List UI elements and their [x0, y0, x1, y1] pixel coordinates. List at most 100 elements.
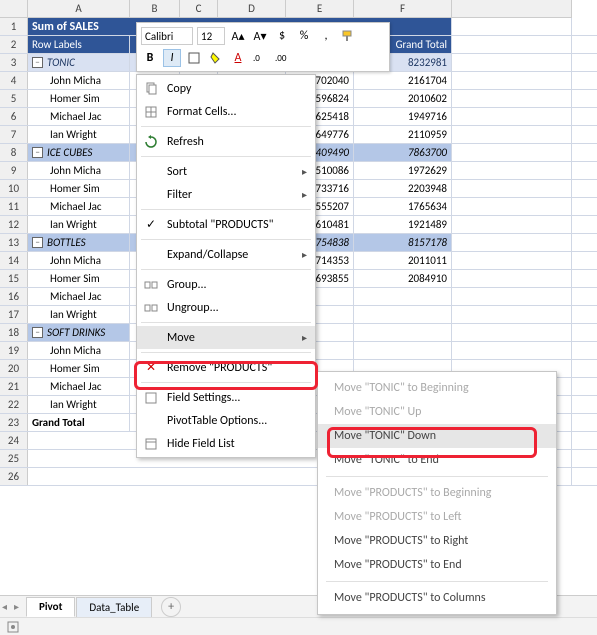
row-hdr[interactable]: 24	[0, 432, 28, 449]
cell[interactable]	[452, 324, 572, 341]
submenu-products-left[interactable]: Move "PRODUCTS" to Left	[318, 505, 556, 529]
font-name-select[interactable]: Calibri	[141, 27, 193, 45]
cell[interactable]: 2110959	[354, 126, 452, 143]
col-hdr-c[interactable]: C	[180, 0, 218, 18]
row-hdr[interactable]: 1	[0, 18, 28, 35]
cell[interactable]: 7863700	[354, 144, 452, 161]
cell[interactable]: Homer Sim	[28, 270, 130, 287]
cell[interactable]	[452, 108, 572, 125]
cell[interactable]	[452, 54, 572, 71]
menu-expand-collapse[interactable]: Expand/Collapse▸	[137, 243, 315, 266]
cell[interactable]: John Micha	[28, 72, 130, 89]
bold-button[interactable]: B	[141, 49, 159, 67]
cell[interactable]: Ian Wright	[28, 306, 130, 323]
cell[interactable]	[452, 306, 572, 323]
menu-ungroup[interactable]: Ungroup...	[137, 296, 315, 319]
submenu-move-beginning[interactable]: Move "TONIC" to Beginning	[318, 376, 556, 400]
cell[interactable]: 2010602	[354, 90, 452, 107]
comma-format-icon[interactable]: ,	[317, 27, 335, 45]
cell[interactable]	[452, 216, 572, 233]
font-size-select[interactable]: 12	[197, 27, 225, 45]
decrease-font-icon[interactable]: A▾	[251, 27, 269, 45]
row-hdr[interactable]: 11	[0, 198, 28, 215]
cell-group-tonic[interactable]: −TONIC	[28, 54, 130, 71]
cell[interactable]: John Micha	[28, 252, 130, 269]
cell[interactable]	[452, 162, 572, 179]
cell[interactable]	[452, 90, 572, 107]
cell[interactable]	[354, 324, 452, 341]
menu-group[interactable]: Group...	[137, 273, 315, 296]
submenu-move-up[interactable]: Move "TONIC" Up	[318, 400, 556, 424]
cell[interactable]: Ian Wright	[28, 216, 130, 233]
increase-decimal-icon[interactable]: .00	[273, 49, 291, 67]
menu-pivot-options[interactable]: PivotTable Options...	[137, 409, 315, 432]
menu-remove[interactable]: ✕Remove "PRODUCTS"	[137, 356, 315, 379]
collapse-icon[interactable]: −	[32, 327, 43, 338]
row-hdr[interactable]: 8	[0, 144, 28, 161]
row-hdr[interactable]: 12	[0, 216, 28, 233]
submenu-move-down[interactable]: Move "TONIC" Down	[318, 424, 556, 448]
increase-font-icon[interactable]: A▴	[229, 27, 247, 45]
cell[interactable]	[452, 252, 572, 269]
accounting-format-icon[interactable]: $	[273, 27, 291, 45]
row-hdr[interactable]: 23	[0, 414, 28, 431]
cell[interactable]: Michael Jac	[28, 108, 130, 125]
row-hdr[interactable]: 19	[0, 342, 28, 359]
percent-format-icon[interactable]: %	[295, 27, 313, 45]
col-hdr-d[interactable]: D	[218, 0, 286, 18]
row-hdr[interactable]: 13	[0, 234, 28, 251]
cell[interactable]	[354, 342, 452, 359]
row-hdr[interactable]: 21	[0, 378, 28, 395]
cell[interactable]: Ian Wright	[28, 126, 130, 143]
submenu-move-end[interactable]: Move "TONIC" to End	[318, 448, 556, 472]
borders-icon[interactable]	[185, 49, 203, 67]
cell[interactable]	[354, 288, 452, 305]
cell[interactable]: 2161704	[354, 72, 452, 89]
menu-filter[interactable]: Filter▸	[137, 183, 315, 206]
cell-group-soft[interactable]: −SOFT DRINKS	[28, 324, 130, 341]
collapse-icon[interactable]: −	[32, 237, 43, 248]
cell[interactable]	[452, 72, 572, 89]
row-hdr[interactable]: 16	[0, 288, 28, 305]
decrease-decimal-icon[interactable]: .0	[251, 49, 269, 67]
row-hdr[interactable]: 20	[0, 360, 28, 377]
cell[interactable]: Homer Sim	[28, 90, 130, 107]
sheet-tab-pivot[interactable]: Pivot	[26, 597, 75, 617]
cell[interactable]	[452, 234, 572, 251]
select-all-corner[interactable]	[0, 0, 28, 18]
cell[interactable]	[452, 18, 572, 35]
row-hdr[interactable]: 17	[0, 306, 28, 323]
row-hdr[interactable]: 15	[0, 270, 28, 287]
cell-group-bottles[interactable]: −BOTTLES	[28, 234, 130, 251]
col-hdr-a[interactable]: A	[28, 0, 130, 18]
italic-button[interactable]: I	[163, 49, 181, 67]
cell[interactable]: 1972629	[354, 162, 452, 179]
menu-sort[interactable]: Sort▸	[137, 160, 315, 183]
cell[interactable]	[452, 288, 572, 305]
row-hdr[interactable]: 6	[0, 108, 28, 125]
cell[interactable]	[452, 180, 572, 197]
cell[interactable]	[354, 306, 452, 323]
collapse-icon[interactable]: −	[32, 147, 43, 158]
collapse-icon[interactable]: −	[32, 57, 43, 68]
cell[interactable]: Ian Wright	[28, 396, 130, 413]
cell[interactable]	[452, 36, 572, 53]
cell[interactable]	[452, 144, 572, 161]
cell[interactable]	[452, 270, 572, 287]
row-hdr[interactable]: 7	[0, 126, 28, 143]
cell[interactable]: 8157178	[354, 234, 452, 251]
cell[interactable]: Homer Sim	[28, 360, 130, 377]
submenu-products-columns[interactable]: Move "PRODUCTS" to Columns	[318, 586, 556, 610]
row-hdr[interactable]: 3	[0, 54, 28, 71]
cell[interactable]: 1921489	[354, 216, 452, 233]
menu-subtotal[interactable]: ✓Subtotal "PRODUCTS"	[137, 213, 315, 236]
cell[interactable]: 1765634	[354, 198, 452, 215]
row-hdr[interactable]: 5	[0, 90, 28, 107]
menu-format-cells[interactable]: Format Cells...	[137, 100, 315, 123]
cell[interactable]: Michael Jac	[28, 378, 130, 395]
col-hdr-f[interactable]: F	[354, 0, 452, 18]
cell-group-ice[interactable]: −ICE CUBES	[28, 144, 130, 161]
cell[interactable]: 1949716	[354, 108, 452, 125]
cell[interactable]	[452, 126, 572, 143]
cell[interactable]: John Micha	[28, 342, 130, 359]
